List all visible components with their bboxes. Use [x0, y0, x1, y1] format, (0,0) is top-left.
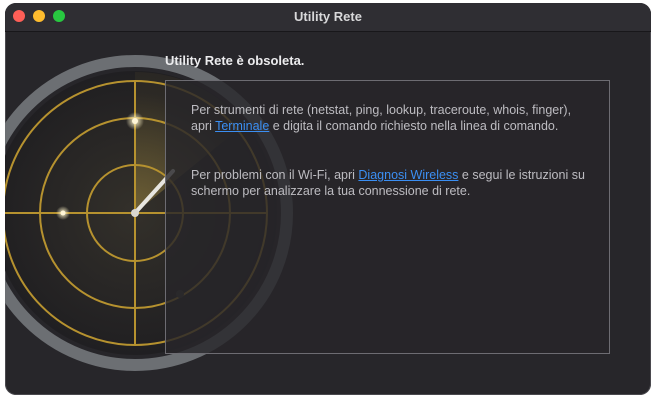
terminal-paragraph: Per strumenti di rete (netstat, ping, lo…: [191, 102, 591, 134]
wireless-diagnostics-link[interactable]: Diagnosi Wireless: [358, 168, 458, 182]
app-window: Utility Rete Utility Rete è obsoleta. Pe…: [5, 3, 651, 395]
terminal-link[interactable]: Terminale: [215, 119, 269, 133]
wireless-paragraph: Per problemi con il Wi-Fi, apri Diagnosi…: [191, 167, 591, 199]
title-bar[interactable]: Utility Rete: [5, 3, 651, 32]
info-panel: Per strumenti di rete (netstat, ping, lo…: [165, 80, 610, 354]
terminal-text-after: e digita il comando richiesto nella line…: [269, 119, 559, 133]
window-title: Utility Rete: [294, 9, 362, 24]
wireless-text-before: Per problemi con il Wi-Fi, apri: [191, 168, 359, 182]
page-title: Utility Rete è obsoleta.: [165, 53, 305, 68]
